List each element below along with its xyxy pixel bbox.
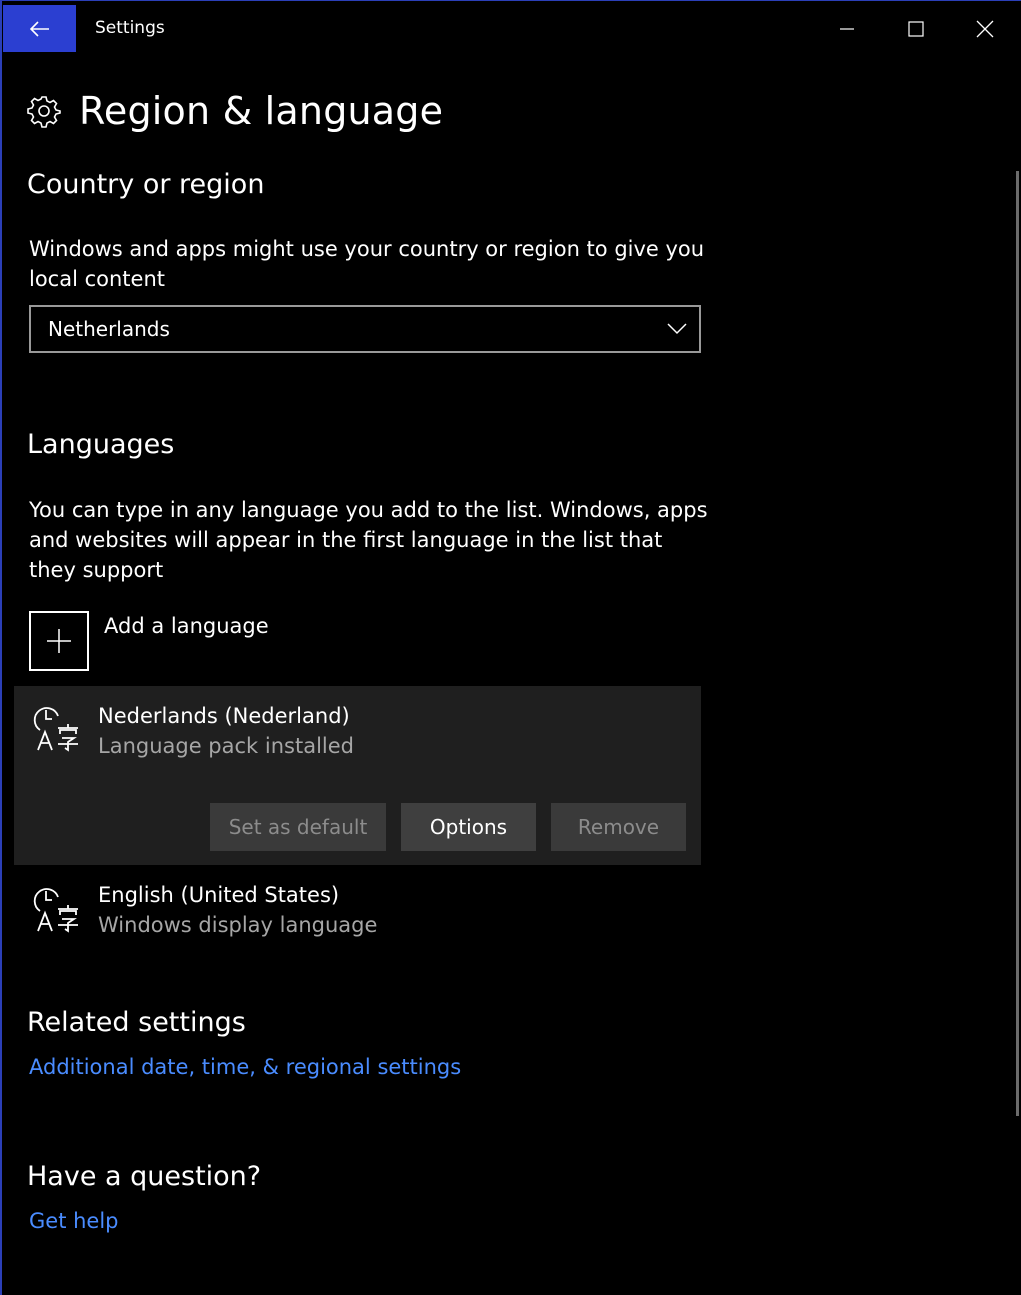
language-icon: [33, 888, 78, 933]
gear-icon: [27, 96, 61, 128]
set-as-default-button[interactable]: Set as default: [210, 803, 386, 851]
remove-button[interactable]: Remove: [551, 803, 686, 851]
country-selected-value: Netherlands: [48, 317, 170, 341]
close-button[interactable]: [962, 9, 1008, 49]
maximize-button[interactable]: [893, 9, 939, 49]
app-title: Settings: [95, 18, 165, 38]
minimize-icon: [840, 28, 854, 30]
language-status: Windows display language: [98, 913, 378, 937]
page-header: Region & language: [27, 89, 443, 133]
plus-icon: [47, 629, 71, 653]
add-language-button[interactable]: Add a language: [29, 611, 269, 671]
close-icon: [976, 20, 994, 38]
language-icon: [33, 707, 78, 752]
country-description: Windows and apps might use your country …: [29, 237, 705, 291]
language-item-nederlands[interactable]: Nederlands (Nederland) Language pack ins…: [14, 686, 701, 865]
add-language-label: Add a language: [104, 614, 269, 638]
page-title: Region & language: [79, 89, 444, 133]
language-status: Language pack installed: [98, 734, 354, 758]
vertical-scrollbar[interactable]: [1016, 171, 1019, 1116]
languages-heading: Languages: [27, 429, 175, 460]
get-help-link[interactable]: Get help: [29, 1209, 119, 1233]
minimize-button[interactable]: [824, 9, 870, 49]
settings-window: Settings Region & language Country or re…: [0, 0, 1021, 1295]
chevron-down-icon: [667, 323, 687, 335]
language-name: English (United States): [98, 883, 340, 907]
options-button[interactable]: Options: [401, 803, 536, 851]
country-heading: Country or region: [27, 169, 265, 200]
languages-description: You can type in any language you add to …: [29, 498, 708, 582]
maximize-icon: [908, 21, 924, 37]
language-item-english[interactable]: English (United States) Windows display …: [14, 871, 701, 951]
title-bar: Settings: [2, 1, 1021, 52]
add-box: [29, 611, 89, 671]
related-settings-heading: Related settings: [27, 1007, 246, 1038]
back-button[interactable]: [3, 5, 76, 52]
language-name: Nederlands (Nederland): [98, 704, 350, 728]
arrow-left-icon: [29, 20, 49, 37]
question-heading: Have a question?: [27, 1161, 262, 1192]
additional-settings-link[interactable]: Additional date, time, & regional settin…: [29, 1055, 461, 1079]
country-dropdown[interactable]: Netherlands: [29, 305, 701, 353]
